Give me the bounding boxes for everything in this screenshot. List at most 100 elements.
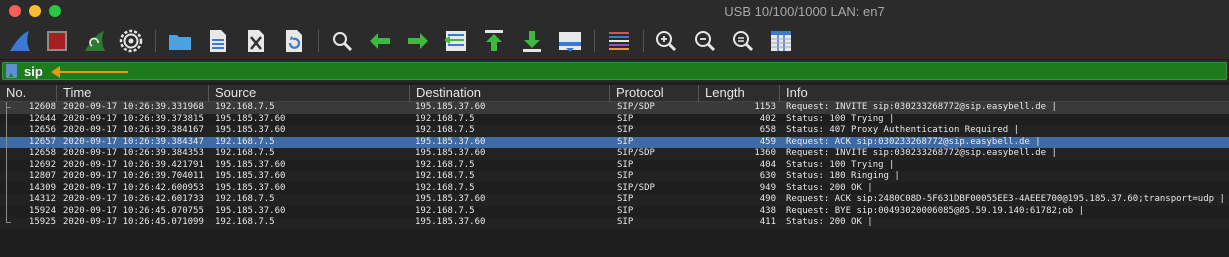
- table-row[interactable]: 12656 2020-09-17 10:26:39.384167 195.185.3…: [0, 125, 1229, 137]
- capture-options-button[interactable]: [118, 28, 144, 54]
- cell-destination: 192.168.7.5: [415, 171, 475, 181]
- cell-source: 195.185.37.60: [215, 171, 286, 181]
- colorize-icon: [609, 32, 629, 50]
- cell-protocol: SIP: [617, 113, 634, 124]
- display-filter-field[interactable]: [2, 62, 1227, 80]
- cell-info: Request: ACK sip:030233268772@sip.easybe…: [786, 136, 1041, 147]
- cell-destination: 195.185.37.60: [415, 102, 486, 112]
- cell-destination: 195.185.37.60: [415, 194, 486, 204]
- cell-info: Request: BYE sip:00493020006085@85.59.19…: [786, 205, 1085, 216]
- display-filter-input[interactable]: [24, 64, 1204, 79]
- find-packet-button[interactable]: [329, 28, 355, 54]
- cell-source: 195.185.37.60: [215, 205, 286, 216]
- go-to-packet-button[interactable]: [443, 28, 469, 54]
- bookmark-icon[interactable]: [6, 64, 17, 78]
- stop-capture-button[interactable]: [44, 28, 70, 54]
- cell-time: 2020-09-17 10:26:39.421791: [63, 159, 204, 170]
- table-row[interactable]: 15925 2020-09-17 10:26:45.071099 192.168.7…: [0, 217, 1229, 229]
- cell-no: 12658: [28, 148, 56, 158]
- table-row[interactable]: 12608 2020-09-17 10:26:39.331968 192.168.7…: [0, 102, 1229, 114]
- column-header-destination[interactable]: Destination: [410, 85, 610, 102]
- cell-length: 402: [759, 113, 776, 124]
- column-header-time[interactable]: Time: [57, 85, 209, 102]
- cell-source: 192.168.7.5: [215, 194, 275, 204]
- table-row[interactable]: 12657 2020-09-17 10:26:39.384347 192.168.7…: [0, 136, 1229, 148]
- folder-icon: [169, 35, 191, 50]
- packet-list-header: No. Time Source Destination Protocol Len…: [0, 85, 1229, 102]
- close-file-icon: [248, 30, 264, 52]
- resize-columns-button[interactable]: [768, 28, 794, 54]
- go-last-button[interactable]: [519, 28, 545, 54]
- cell-time: 2020-09-17 10:26:39.331968: [63, 102, 204, 112]
- cell-no: 12644: [28, 113, 56, 124]
- column-header-info[interactable]: Info: [780, 85, 1229, 102]
- arrow-down-bar-icon: [523, 31, 541, 52]
- cell-info: Status: 407 Proxy Authentication Require…: [786, 125, 1019, 135]
- table-row[interactable]: 14309 2020-09-17 10:26:42.600953 195.185.3…: [0, 182, 1229, 194]
- zoom-in-button[interactable]: [653, 28, 679, 54]
- cell-no: 12656: [28, 125, 56, 135]
- cell-length: 459: [759, 136, 776, 147]
- go-back-button[interactable]: [367, 28, 393, 54]
- table-row[interactable]: 15924 2020-09-17 10:26:45.070755 195.185.3…: [0, 205, 1229, 217]
- colorize-button[interactable]: [606, 28, 632, 54]
- title-bar: USB 10/100/1000 LAN: en7: [0, 0, 1229, 22]
- jump-icon: [444, 31, 466, 51]
- cell-time: 2020-09-17 10:26:39.384347: [63, 136, 204, 147]
- cell-protocol: SIP: [617, 217, 634, 227]
- go-first-button[interactable]: [481, 28, 507, 54]
- cell-protocol: SIP: [617, 159, 634, 170]
- cell-info: Request: INVITE sip:030233268772@sip.eas…: [786, 102, 1057, 112]
- cell-destination: 195.185.37.60: [415, 217, 486, 227]
- go-forward-button[interactable]: [405, 28, 431, 54]
- table-row[interactable]: 12658 2020-09-17 10:26:39.384353 192.168.7…: [0, 148, 1229, 160]
- cell-no: 12657: [28, 136, 56, 147]
- zoom-out-button[interactable]: [692, 28, 718, 54]
- cell-length: 438: [759, 205, 776, 216]
- reload-file-button[interactable]: [281, 28, 307, 54]
- zoom-normal-button[interactable]: [730, 28, 756, 54]
- window-title: USB 10/100/1000 LAN: en7: [724, 4, 885, 19]
- cell-info: Request: ACK sip:2480C08D-5F631DBF00055E…: [786, 194, 1225, 204]
- cell-no: 12692: [28, 159, 56, 170]
- cell-no: 14312: [28, 194, 56, 204]
- close-file-button[interactable]: [243, 28, 269, 54]
- column-header-protocol[interactable]: Protocol: [610, 85, 699, 102]
- restart-capture-button[interactable]: [82, 28, 108, 54]
- autoscroll-icon: [559, 32, 581, 52]
- toolbar-separator: [155, 30, 156, 52]
- cell-no: 12807: [28, 171, 56, 181]
- cell-info: Status: 200 OK |: [786, 182, 873, 193]
- table-row[interactable]: 12692 2020-09-17 10:26:39.421791 195.185.3…: [0, 159, 1229, 171]
- start-capture-button[interactable]: [7, 28, 33, 54]
- gear-icon: [119, 29, 143, 53]
- cell-protocol: SIP: [617, 171, 634, 181]
- save-file-button[interactable]: [205, 28, 231, 54]
- cell-source: 192.168.7.5: [215, 217, 275, 227]
- stop-icon: [47, 31, 67, 51]
- table-row[interactable]: 12807 2020-09-17 10:26:39.704011 195.185.3…: [0, 171, 1229, 183]
- cell-source: 195.185.37.60: [215, 113, 286, 124]
- packet-list: 12608 2020-09-17 10:26:39.331968 192.168.7…: [0, 102, 1229, 229]
- column-header-length[interactable]: Length: [699, 85, 780, 102]
- table-row[interactable]: 14312 2020-09-17 10:26:42.601733 192.168.7…: [0, 194, 1229, 206]
- cell-protocol: SIP: [617, 205, 634, 216]
- cell-protocol: SIP/SDP: [617, 102, 655, 112]
- cell-time: 2020-09-17 10:26:42.601733: [63, 194, 204, 204]
- cell-info: Request: INVITE sip:030233268772@sip.eas…: [786, 148, 1057, 158]
- auto-scroll-button[interactable]: [557, 28, 583, 54]
- cell-source: 192.168.7.5: [215, 136, 275, 147]
- annotation-arrow-icon: [51, 66, 128, 78]
- toolbar-separator: [643, 30, 644, 52]
- file-icon: [210, 30, 226, 52]
- table-row[interactable]: 12644 2020-09-17 10:26:39.373815 195.185.3…: [0, 113, 1229, 125]
- cell-info: Status: 200 OK |: [786, 217, 873, 227]
- open-file-button[interactable]: [167, 28, 193, 54]
- column-header-no[interactable]: No.: [0, 85, 57, 102]
- shark-fin-icon: [10, 31, 30, 51]
- cell-no: 15925: [28, 217, 56, 227]
- cell-protocol: SIP: [617, 125, 634, 135]
- arrow-left-icon: [370, 33, 390, 49]
- cell-no: 14309: [28, 182, 56, 193]
- column-header-source[interactable]: Source: [209, 85, 410, 102]
